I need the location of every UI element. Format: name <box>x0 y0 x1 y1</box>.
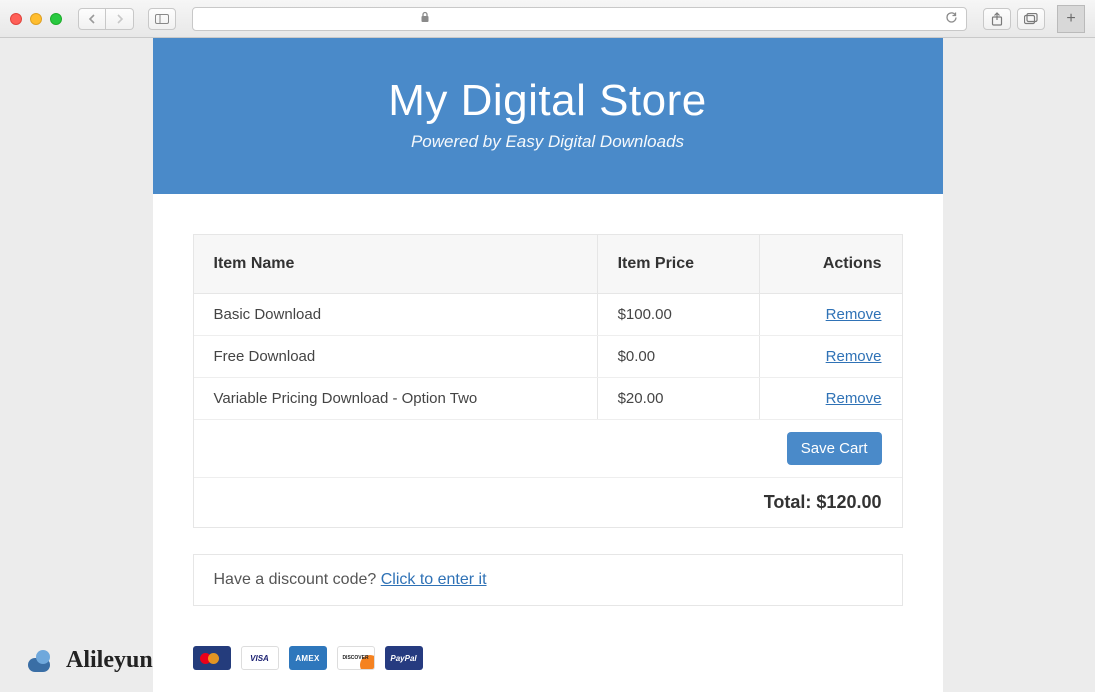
new-tab-button[interactable]: + <box>1057 5 1085 33</box>
cart-box: Item Name Item Price Actions Basic Downl… <box>193 234 903 528</box>
table-row: Variable Pricing Download - Option Two $… <box>194 378 902 420</box>
close-window-button[interactable] <box>10 13 22 25</box>
col-header-actions: Actions <box>760 235 902 294</box>
cart-total: Total: $120.00 <box>194 478 902 527</box>
site-title: My Digital Store <box>173 76 923 126</box>
nav-back-forward <box>78 8 134 30</box>
toolbar-right <box>983 8 1045 30</box>
page-content: My Digital Store Powered by Easy Digital… <box>153 38 943 692</box>
sidebar-toggle-button[interactable] <box>148 8 176 30</box>
reload-button[interactable] <box>945 11 958 27</box>
col-header-item-price: Item Price <box>597 235 760 294</box>
payment-card-icons: VISA AMEX DISCOVER PayPal <box>193 646 903 670</box>
cart-table: Item Name Item Price Actions Basic Downl… <box>194 235 902 478</box>
cart-item-name: Free Download <box>194 336 598 378</box>
page-viewport: My Digital Store Powered by Easy Digital… <box>0 38 1095 692</box>
lock-icon <box>420 11 430 26</box>
watermark-text: Alileyun <box>66 647 153 674</box>
cart-item-name: Variable Pricing Download - Option Two <box>194 378 598 420</box>
tabs-overview-button[interactable] <box>1017 8 1045 30</box>
discount-prompt: Have a discount code? <box>214 571 381 588</box>
maximize-window-button[interactable] <box>50 13 62 25</box>
col-header-item-name: Item Name <box>194 235 598 294</box>
window-traffic-lights <box>10 13 62 25</box>
cloud-icon <box>24 650 58 672</box>
cart-item-price: $0.00 <box>597 336 760 378</box>
forward-button[interactable] <box>106 8 134 30</box>
url-bar[interactable] <box>192 7 967 31</box>
save-cart-button[interactable]: Save Cart <box>787 432 882 465</box>
visa-icon: VISA <box>241 646 279 670</box>
cart-item-price: $20.00 <box>597 378 760 420</box>
remove-item-link[interactable]: Remove <box>826 390 882 407</box>
watermark: Alileyun <box>24 647 153 674</box>
paypal-icon: PayPal <box>385 646 423 670</box>
hero: My Digital Store Powered by Easy Digital… <box>153 38 943 194</box>
remove-item-link[interactable]: Remove <box>826 348 882 365</box>
save-cart-row: Save Cart <box>194 420 902 478</box>
site-tagline: Powered by Easy Digital Downloads <box>173 132 923 152</box>
table-row: Free Download $0.00 Remove <box>194 336 902 378</box>
remove-item-link[interactable]: Remove <box>826 306 882 323</box>
table-row: Basic Download $100.00 Remove <box>194 294 902 336</box>
cart-item-price: $100.00 <box>597 294 760 336</box>
minimize-window-button[interactable] <box>30 13 42 25</box>
mastercard-icon <box>193 646 231 670</box>
discount-box: Have a discount code? Click to enter it <box>193 554 903 606</box>
discover-icon: DISCOVER <box>337 646 375 670</box>
back-button[interactable] <box>78 8 106 30</box>
discount-enter-link[interactable]: Click to enter it <box>381 571 487 588</box>
share-button[interactable] <box>983 8 1011 30</box>
browser-chrome: + <box>0 0 1095 38</box>
cart-item-name: Basic Download <box>194 294 598 336</box>
amex-icon: AMEX <box>289 646 327 670</box>
